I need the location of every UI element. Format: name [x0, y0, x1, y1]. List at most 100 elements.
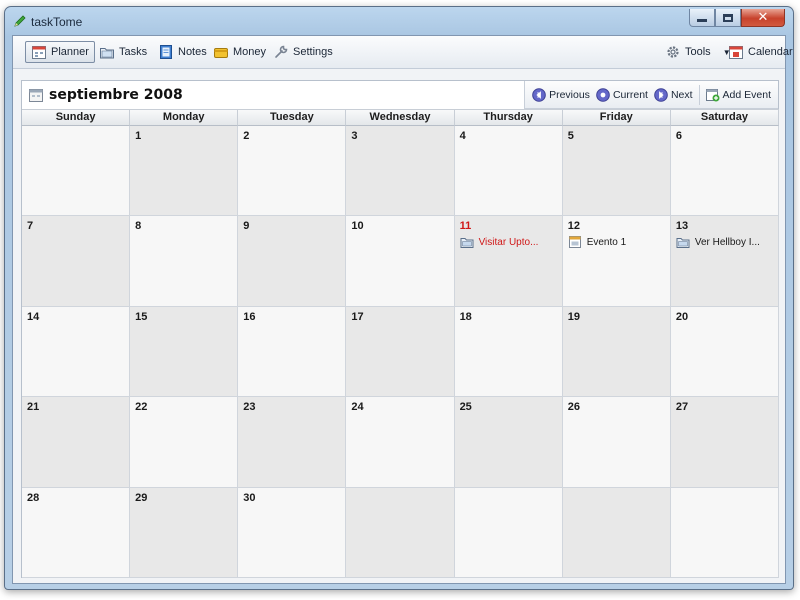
current-button[interactable]: Current [593, 84, 651, 106]
maximize-button[interactable] [715, 9, 741, 27]
next-icon [654, 87, 668, 102]
day-cell[interactable] [22, 126, 131, 217]
month-grid: Sunday Monday Tuesday Wednesday Thursday Frid… [22, 109, 779, 578]
calendar-event[interactable]: Evento 1 [568, 235, 670, 249]
weekday-header: Friday [562, 110, 671, 126]
event-title: Evento 1 [586, 236, 627, 248]
day-cell[interactable] [346, 487, 455, 578]
day-cell[interactable]: 6 [670, 126, 779, 217]
month-navigation: Previous Current Next Add Event [524, 81, 778, 109]
gear-icon [667, 46, 679, 58]
folder-event-icon [460, 238, 474, 249]
title-bar[interactable]: taskTome ✕ [5, 7, 793, 35]
tab-money-label: Money [233, 46, 267, 58]
day-cell[interactable]: 3 [346, 126, 455, 217]
add-event-button[interactable]: Add Event [703, 84, 774, 106]
tab-planner-label: Planner [51, 46, 89, 58]
main-toolbar: Planner Tasks Notes Money Settings Tools… [13, 36, 793, 69]
day-cell[interactable]: 7 [22, 216, 131, 307]
day-number: 4 [459, 130, 466, 142]
calendar-icon [729, 46, 743, 59]
day-number: 12 [567, 220, 580, 233]
tab-tasks[interactable]: Tasks [93, 41, 153, 63]
day-number: 18 [459, 310, 472, 323]
calendar-label: Calendar [748, 46, 793, 58]
maximize-icon [723, 13, 733, 22]
notes-icon [160, 45, 172, 59]
day-cell[interactable]: 5 [562, 126, 671, 217]
day-cell[interactable]: 13 Ver Hellboy I... [670, 216, 779, 307]
calendar-button[interactable]: Calendar [722, 41, 799, 63]
day-number: 24 [351, 401, 364, 414]
day-cell[interactable]: 24 [346, 397, 455, 488]
weekday-header: Wednesday [346, 110, 455, 126]
weekday-header: Monday [130, 110, 239, 126]
tab-planner[interactable]: Planner [25, 41, 95, 63]
day-cell[interactable]: 23 [238, 397, 347, 488]
day-cell[interactable]: 21 [22, 397, 131, 488]
day-cell[interactable]: 18 [454, 306, 563, 398]
tab-notes[interactable]: Notes [152, 41, 213, 63]
day-cell[interactable] [454, 487, 563, 578]
day-cell[interactable]: 27 [670, 397, 779, 488]
tab-money[interactable]: Money [207, 41, 272, 63]
close-icon: ✕ [757, 10, 769, 25]
day-cell[interactable]: 17 [346, 306, 455, 398]
day-number: 25 [459, 401, 472, 414]
calendar-event[interactable]: Visitar Upto... [460, 235, 562, 249]
day-cell[interactable]: 30 [238, 487, 347, 578]
minimize-button[interactable] [689, 9, 715, 27]
day-cell[interactable]: 25 [454, 397, 563, 488]
minimize-icon [697, 19, 707, 22]
day-cell[interactable]: 4 [454, 126, 563, 217]
day-number: 28 [27, 491, 40, 504]
day-number: 20 [675, 310, 689, 323]
day-number: 7 [27, 220, 34, 233]
day-number: 9 [243, 220, 250, 233]
folder-event-icon [676, 238, 690, 249]
weekday-header: Saturday [670, 110, 779, 126]
previous-button[interactable]: Previous [529, 84, 593, 106]
day-number: 22 [135, 401, 148, 414]
day-number: 26 [567, 401, 580, 414]
day-number: 5 [567, 130, 574, 142]
money-icon [214, 48, 228, 58]
add-event-icon [705, 88, 720, 101]
weekday-header: Sunday [22, 110, 131, 126]
next-button[interactable]: Next [651, 84, 696, 106]
settings-wrench-icon [275, 45, 288, 58]
day-cell[interactable]: 11 Visitar Upto... [454, 216, 563, 307]
client-area: Planner Tasks Notes Money Settings Tools… [12, 35, 793, 584]
day-cell[interactable]: 9 [238, 216, 347, 307]
day-number: 29 [135, 491, 148, 504]
day-cell[interactable]: 28 [22, 487, 131, 578]
day-number: 17 [351, 310, 364, 323]
day-cell[interactable]: 26 [562, 397, 671, 488]
window-title: taskTome [31, 15, 83, 29]
month-calendar-icon [29, 89, 43, 102]
day-cell[interactable]: 8 [130, 216, 239, 307]
day-cell[interactable]: 22 [130, 397, 239, 488]
day-cell[interactable] [562, 487, 671, 578]
close-button[interactable]: ✕ [741, 9, 785, 27]
day-cell[interactable]: 16 [238, 306, 347, 398]
day-number: 2 [243, 130, 250, 142]
day-cell[interactable]: 12 Evento 1 [562, 216, 671, 307]
day-number: 21 [27, 401, 40, 414]
day-cell[interactable]: 20 [670, 306, 779, 398]
current-icon [596, 87, 610, 102]
calendar-event[interactable]: Ver Hellboy I... [676, 235, 778, 249]
day-cell[interactable]: 10 [346, 216, 455, 307]
day-cell[interactable] [670, 487, 779, 578]
day-number: 14 [27, 310, 40, 323]
day-cell[interactable]: 19 [562, 306, 671, 398]
day-cell[interactable]: 14 [22, 306, 131, 398]
current-label: Current [612, 88, 648, 101]
tab-settings-label: Settings [293, 46, 333, 58]
day-cell[interactable]: 2 [238, 126, 347, 217]
day-cell[interactable]: 15 [130, 306, 239, 398]
window-controls: ✕ [689, 9, 785, 27]
day-cell[interactable]: 1 [130, 126, 239, 217]
tab-settings[interactable]: Settings [267, 41, 339, 63]
day-cell[interactable]: 29 [130, 487, 239, 578]
